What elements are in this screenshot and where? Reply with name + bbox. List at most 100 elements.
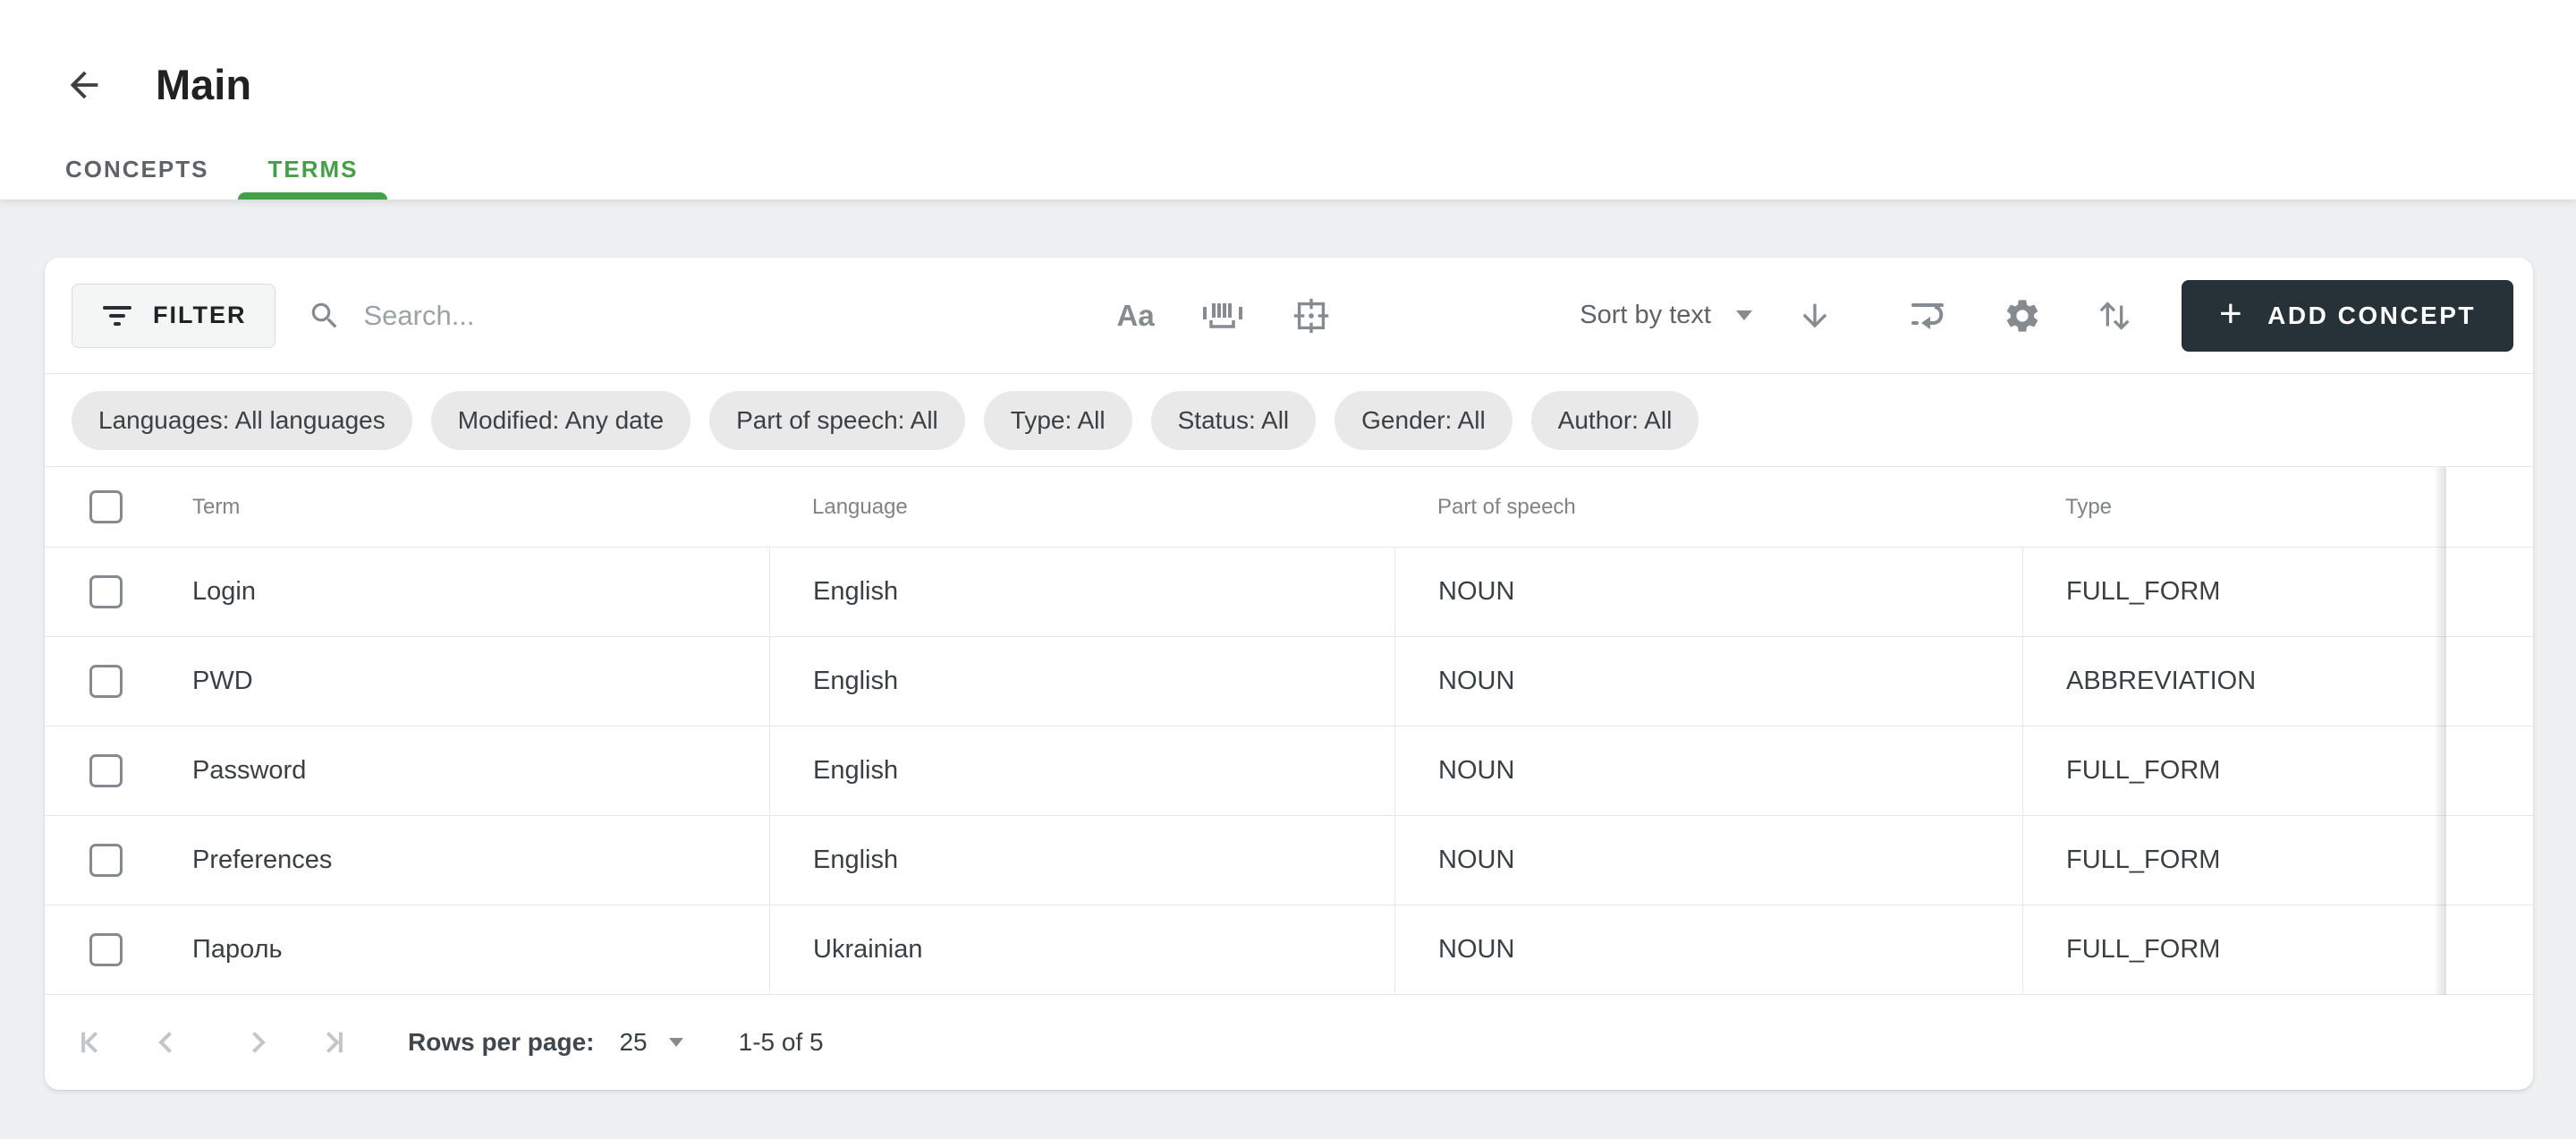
chip-type[interactable]: Type: All bbox=[984, 391, 1132, 450]
pagination-range: 1-5 of 5 bbox=[739, 1028, 824, 1057]
plus-icon: + bbox=[2219, 294, 2244, 334]
first-page-button[interactable] bbox=[75, 1024, 113, 1061]
search-box bbox=[308, 299, 866, 333]
row-checkbox[interactable] bbox=[89, 665, 123, 698]
swap-order-button[interactable] bbox=[2094, 295, 2135, 336]
type-cell: ABBREVIATION bbox=[2022, 637, 2446, 726]
term-cell: Пароль bbox=[192, 935, 283, 965]
part-of-speech-cell: NOUN bbox=[1394, 548, 2022, 636]
chip-gender[interactable]: Gender: All bbox=[1335, 391, 1513, 450]
chevron-down-icon bbox=[669, 1038, 683, 1047]
actions-cell-empty bbox=[2446, 548, 2533, 636]
type-cell: FULL_FORM bbox=[2022, 727, 2446, 815]
terms-card: FILTER Aa bbox=[45, 258, 2533, 1090]
chip-author[interactable]: Author: All bbox=[1531, 391, 1699, 450]
add-concept-label: ADD CONCEPT bbox=[2267, 302, 2476, 330]
type-cell: FULL_FORM bbox=[2022, 905, 2446, 994]
arrow-down-icon bbox=[1797, 298, 1833, 334]
table-row[interactable]: Password English NOUN FULL_FORM bbox=[45, 727, 2533, 816]
filter-chips-row: Languages: All languages Modified: Any d… bbox=[45, 374, 2533, 467]
chevron-right-icon bbox=[238, 1024, 275, 1061]
arrows-up-down-icon bbox=[2094, 295, 2135, 336]
tab-terms-label: TERMS bbox=[267, 156, 358, 183]
type-cell: FULL_FORM bbox=[2022, 548, 2446, 636]
toolbar: FILTER Aa bbox=[45, 258, 2533, 374]
last-page-button[interactable] bbox=[311, 1024, 349, 1061]
rows-per-page-select[interactable]: 25 bbox=[619, 1028, 682, 1057]
tab-concepts-label: CONCEPTS bbox=[65, 156, 208, 183]
table-row[interactable]: Пароль Ukrainian NOUN FULL_FORM bbox=[45, 905, 2533, 995]
header-top: Main bbox=[0, 0, 2576, 134]
gear-icon bbox=[2003, 296, 2042, 336]
filter-button-label: FILTER bbox=[153, 302, 246, 329]
search-input[interactable] bbox=[361, 299, 866, 333]
next-page-button[interactable] bbox=[238, 1024, 275, 1061]
wrap-text-button[interactable] bbox=[1908, 298, 1951, 334]
chip-modified[interactable]: Modified: Any date bbox=[431, 391, 691, 450]
tab-terms[interactable]: TERMS bbox=[238, 139, 387, 200]
search-icon bbox=[308, 299, 342, 333]
table-row[interactable]: Login English NOUN FULL_FORM bbox=[45, 548, 2533, 637]
previous-page-button[interactable] bbox=[148, 1024, 186, 1061]
actions-cell-empty bbox=[2446, 727, 2533, 815]
chevron-down-icon bbox=[1736, 310, 1752, 320]
type-cell: FULL_FORM bbox=[2022, 816, 2446, 905]
sort-direction-button[interactable] bbox=[1797, 298, 1833, 334]
add-concept-button[interactable]: + ADD CONCEPT bbox=[2182, 280, 2513, 352]
settings-button[interactable] bbox=[2003, 296, 2042, 336]
actions-cell-empty bbox=[2446, 816, 2533, 905]
sort-by-select[interactable]: Sort by text bbox=[1580, 301, 1752, 330]
term-cell: Preferences bbox=[192, 846, 332, 875]
term-cell: Login bbox=[192, 577, 256, 607]
part-of-speech-cell: NOUN bbox=[1394, 816, 2022, 905]
col-actions-empty bbox=[2446, 467, 2533, 547]
chip-part-of-speech[interactable]: Part of speech: All bbox=[709, 391, 965, 450]
match-case-icon: Aa bbox=[1116, 299, 1154, 333]
row-checkbox[interactable] bbox=[89, 844, 123, 877]
language-cell: Ukrainian bbox=[769, 905, 1394, 994]
header-term-cell: Term bbox=[45, 467, 769, 547]
table-header: Term Language Part of speech Type bbox=[45, 467, 2533, 548]
language-cell: English bbox=[769, 727, 1394, 815]
col-language: Language bbox=[769, 467, 1394, 547]
last-page-icon bbox=[311, 1024, 349, 1061]
filter-button[interactable]: FILTER bbox=[72, 284, 275, 348]
row-checkbox[interactable] bbox=[89, 933, 123, 966]
pagination: Rows per page: 25 1-5 of 5 bbox=[45, 995, 2533, 1089]
tabs: CONCEPTS TERMS bbox=[36, 139, 387, 200]
table-row[interactable]: Preferences English NOUN FULL_FORM bbox=[45, 816, 2533, 905]
term-cell: PWD bbox=[192, 667, 253, 696]
select-all-checkbox[interactable] bbox=[89, 490, 123, 523]
page-title: Main bbox=[156, 64, 251, 106]
arrow-left-icon bbox=[64, 64, 105, 106]
exact-match-button[interactable] bbox=[1291, 295, 1332, 336]
chip-languages[interactable]: Languages: All languages bbox=[72, 391, 412, 450]
language-cell: English bbox=[769, 637, 1394, 726]
whole-word-icon bbox=[1201, 300, 1244, 332]
part-of-speech-cell: NOUN bbox=[1394, 637, 2022, 726]
match-case-button[interactable]: Aa bbox=[1116, 299, 1154, 333]
first-page-icon bbox=[75, 1024, 113, 1061]
part-of-speech-cell: NOUN bbox=[1394, 727, 2022, 815]
actions-cell-empty bbox=[2446, 905, 2533, 994]
col-term: Term bbox=[192, 495, 240, 520]
chip-status[interactable]: Status: All bbox=[1151, 391, 1317, 450]
term-cell: Password bbox=[192, 756, 306, 786]
col-part-of-speech: Part of speech bbox=[1394, 467, 2022, 547]
table-row[interactable]: PWD English NOUN ABBREVIATION bbox=[45, 637, 2533, 727]
sort-by-label: Sort by text bbox=[1580, 301, 1711, 330]
row-checkbox[interactable] bbox=[89, 754, 123, 787]
language-cell: English bbox=[769, 816, 1394, 905]
back-button[interactable] bbox=[59, 60, 109, 110]
language-cell: English bbox=[769, 548, 1394, 636]
actions-cell-empty bbox=[2446, 637, 2533, 726]
whole-word-button[interactable] bbox=[1201, 300, 1244, 332]
row-checkbox[interactable] bbox=[89, 575, 123, 608]
chevron-left-icon bbox=[148, 1024, 186, 1061]
filter-icon bbox=[101, 302, 133, 329]
search-option-icons: Aa bbox=[1116, 295, 1331, 336]
tab-concepts[interactable]: CONCEPTS bbox=[36, 139, 238, 200]
rows-per-page-value: 25 bbox=[619, 1028, 647, 1057]
wrap-text-icon bbox=[1908, 298, 1951, 334]
exact-match-icon bbox=[1291, 295, 1332, 336]
